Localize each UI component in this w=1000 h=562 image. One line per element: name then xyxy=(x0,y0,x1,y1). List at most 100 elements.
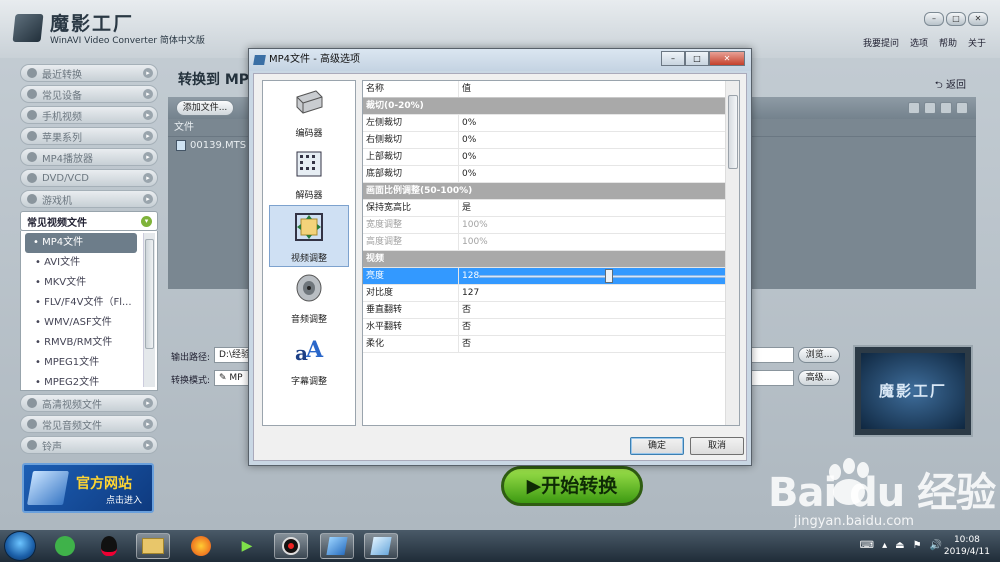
taskbar-app-icon[interactable] xyxy=(364,533,398,559)
taskbar-record-icon[interactable] xyxy=(274,533,308,559)
table-scrollbar[interactable] xyxy=(725,81,739,425)
browse-button[interactable]: 浏览... xyxy=(798,347,840,363)
list-item-mpeg1[interactable]: • MPEG1文件 xyxy=(21,353,157,373)
ok-button[interactable]: 确定 xyxy=(630,437,684,455)
category-decoder[interactable]: 解码器 xyxy=(269,143,349,205)
category-video-adjust[interactable]: 视频调整 xyxy=(269,205,349,267)
scrollbar-thumb[interactable] xyxy=(728,95,738,169)
sidebar-item-console[interactable]: 游戏机 ▸ xyxy=(20,190,158,208)
minimize-icon[interactable]: – xyxy=(924,12,944,26)
usb-icon[interactable]: ⏏ xyxy=(895,540,904,551)
option-value[interactable]: 100% xyxy=(459,234,739,250)
expand-tray-icon[interactable]: ▴ xyxy=(882,540,887,551)
list-item-mp4[interactable]: • MP4文件 xyxy=(25,233,137,253)
option-value-text: 127 xyxy=(462,288,480,298)
add-icon[interactable] xyxy=(940,102,952,114)
option-value[interactable]: 否 xyxy=(459,302,739,318)
clock[interactable]: 10:08 2019/4/11 xyxy=(944,534,990,558)
close-icon[interactable]: ✕ xyxy=(968,12,988,26)
option-value[interactable]: 0% xyxy=(459,149,739,165)
sidebar-item-dvd[interactable]: DVD/VCD ▸ xyxy=(20,169,158,187)
sidebar-item-hd-video[interactable]: 高清视频文件 ▸ xyxy=(20,394,158,412)
sidebar-item-mp4player[interactable]: MP4播放器 ▸ xyxy=(20,148,158,166)
option-name: 上部裁切 xyxy=(363,149,459,165)
settings-icon[interactable] xyxy=(956,102,968,114)
advanced-button[interactable]: 高级... xyxy=(798,370,840,386)
list-item-wmv[interactable]: • WMV/ASF文件 xyxy=(21,313,157,333)
sidebar-item-devices[interactable]: 常见设备 ▸ xyxy=(20,85,158,103)
dialog-minimize-icon[interactable]: – xyxy=(661,51,685,66)
sidebar-item-audio[interactable]: 常见音频文件 ▸ xyxy=(20,415,158,433)
taskbar-firefox-icon[interactable] xyxy=(184,533,218,559)
video-file-icon xyxy=(176,139,186,151)
option-value[interactable]: 0% xyxy=(459,115,739,131)
scrollbar-thumb[interactable] xyxy=(145,239,154,349)
menu-help[interactable]: 帮助 xyxy=(939,36,957,49)
table-row[interactable]: 底部裁切 0% xyxy=(363,166,739,183)
list-item-mkv[interactable]: • MKV文件 xyxy=(21,273,157,293)
option-name: 亮度 xyxy=(363,268,459,284)
menu-options[interactable]: 选项 xyxy=(910,36,928,49)
table-row[interactable]: 上部裁切 0% xyxy=(363,149,739,166)
table-row[interactable]: 保持宽高比是 xyxy=(363,200,739,217)
subtitle-icon: aA xyxy=(295,337,324,365)
sidebar-item-apple[interactable]: 苹果系列 ▸ xyxy=(20,127,158,145)
category-audio-adjust[interactable]: 音频调整 xyxy=(269,267,349,329)
table-row[interactable]: 宽度调整 100% xyxy=(363,217,739,234)
start-button[interactable] xyxy=(4,531,36,561)
slider-thumb[interactable] xyxy=(605,269,613,283)
category-encoder[interactable]: 编码器 xyxy=(269,81,349,143)
taskbar-winavi-icon[interactable] xyxy=(320,533,354,559)
option-value[interactable]: 0% xyxy=(459,132,739,148)
sidebar-item-recent[interactable]: 最近转换 ▸ xyxy=(20,64,158,82)
table-row[interactable]: 对比度 127 xyxy=(363,285,739,302)
table-row[interactable]: 高度调整 100% xyxy=(363,234,739,251)
taskbar-explorer-icon[interactable] xyxy=(136,533,170,559)
option-name: 柔化 xyxy=(363,336,459,352)
remove-icon[interactable] xyxy=(908,102,920,114)
flag-icon[interactable]: ⚑ xyxy=(913,540,922,551)
table-row[interactable]: 柔化否 xyxy=(363,336,739,353)
sidebar-item-phone[interactable]: 手机视频 ▸ xyxy=(20,106,158,124)
maximize-icon[interactable]: □ xyxy=(946,12,966,26)
list-item-avi[interactable]: • AVI文件 xyxy=(21,253,157,273)
option-value[interactable]: 128 xyxy=(459,268,739,284)
menu-about[interactable]: 关于 xyxy=(968,36,986,49)
back-button[interactable]: ⮌ 返回 xyxy=(935,76,966,95)
add-file-button[interactable]: 添加文件... xyxy=(176,100,234,116)
list-scrollbar[interactable] xyxy=(143,233,155,387)
option-value[interactable]: 100% xyxy=(459,217,739,233)
table-row[interactable]: 亮度 128 xyxy=(363,268,739,285)
list-item-rmvb[interactable]: • RMVB/RM文件 xyxy=(21,333,157,353)
taskbar-360-icon[interactable] xyxy=(48,533,82,559)
list-item-flv[interactable]: • FLV/F4V文件（Fl... xyxy=(21,293,157,313)
sidebar-item-common-video[interactable]: 常见视频文件 ▾ xyxy=(20,211,158,231)
table-row[interactable]: 垂直翻转否 xyxy=(363,302,739,319)
category-subtitle-adjust[interactable]: aA 字幕调整 xyxy=(269,329,349,391)
list-item-mpeg2[interactable]: • MPEG2文件 xyxy=(21,373,157,390)
clear-icon[interactable] xyxy=(924,102,936,114)
option-value-text: 0% xyxy=(462,135,477,145)
official-site-banner[interactable]: 官方网站 点击进入 xyxy=(22,463,154,513)
option-value[interactable]: 是 xyxy=(459,200,739,216)
table-row[interactable]: 左侧裁切 0% xyxy=(363,115,739,132)
start-convert-button[interactable]: ▶开始转换 xyxy=(501,466,643,506)
option-value[interactable]: 否 xyxy=(459,336,739,352)
dialog-maximize-icon[interactable]: □ xyxy=(685,51,709,66)
menu-ask[interactable]: 我要提问 xyxy=(863,36,899,49)
keyboard-icon[interactable]: ⌨ xyxy=(860,540,874,551)
taskbar-qq-icon[interactable] xyxy=(92,533,126,559)
option-value[interactable]: 0% xyxy=(459,166,739,182)
table-row[interactable]: 水平翻转否 xyxy=(363,319,739,336)
volume-icon[interactable]: 🔊 xyxy=(930,540,942,551)
table-row[interactable]: 右侧裁切 0% xyxy=(363,132,739,149)
taskbar-iqiyi-icon[interactable]: ▶ xyxy=(230,533,264,559)
cancel-button[interactable]: 取消 xyxy=(690,437,744,455)
dialog-app-icon xyxy=(253,55,266,65)
sidebar-item-ringtone[interactable]: 铃声 ▸ xyxy=(20,436,158,454)
encoder-icon xyxy=(296,90,323,114)
option-value[interactable]: 否 xyxy=(459,319,739,335)
option-value[interactable]: 127 xyxy=(459,285,739,301)
dialog-close-icon[interactable]: ✕ xyxy=(709,51,745,66)
gamepad-icon xyxy=(27,194,37,204)
